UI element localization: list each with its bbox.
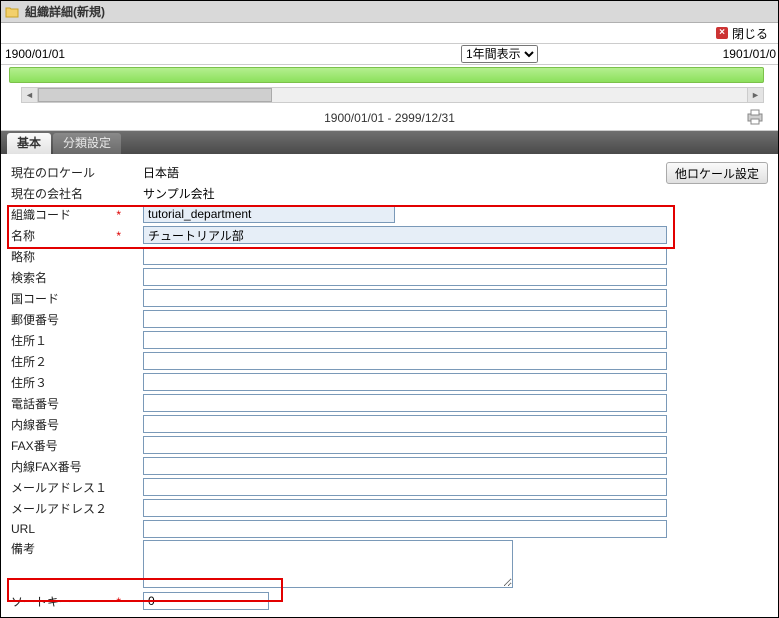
input-org-code[interactable] (143, 205, 395, 223)
label-memo: 備考 (11, 540, 127, 557)
label-phone: 電話番号 (11, 395, 127, 412)
close-button[interactable]: 閉じる (732, 25, 768, 42)
content-area: 他ロケール設定 現在のロケール 日本語 現在の会社名 サンプル会社 組織コード*… (1, 154, 778, 617)
close-row: × 閉じる (1, 23, 778, 43)
input-name[interactable] (143, 226, 667, 244)
label-current-locale: 現在のロケール (11, 164, 127, 181)
date-row: 1900/01/01 1年間表示 1901/01/0 (1, 43, 778, 65)
label-sort-key: ソートキー* (11, 593, 127, 610)
tab-category[interactable]: 分類設定 (53, 133, 121, 154)
label-email2: メールアドレス２ (11, 500, 127, 517)
scroll-right-icon[interactable]: ► (747, 88, 763, 102)
range-row: 1900/01/01 - 2999/12/31 (1, 105, 778, 131)
input-country-code[interactable] (143, 289, 667, 307)
input-ext[interactable] (143, 415, 667, 433)
scroll-left-icon[interactable]: ◄ (22, 88, 38, 102)
scroll-thumb[interactable] (38, 88, 272, 102)
close-icon[interactable]: × (716, 27, 728, 39)
value-current-company: サンプル会社 (127, 185, 215, 202)
label-current-company: 現在の会社名 (11, 185, 127, 202)
label-name: 名称* (11, 227, 127, 244)
input-fax[interactable] (143, 436, 667, 454)
folder-icon (5, 5, 19, 19)
input-url[interactable] (143, 520, 667, 538)
date-right: 1901/01/0 (723, 47, 776, 61)
input-ext-fax[interactable] (143, 457, 667, 475)
label-country-code: 国コード (11, 290, 127, 307)
timeline-area: ◄ ► (1, 65, 778, 105)
input-addr2[interactable] (143, 352, 667, 370)
timeline-bar[interactable] (9, 67, 764, 83)
label-search-name: 検索名 (11, 269, 127, 286)
label-addr2: 住所２ (11, 353, 127, 370)
timeline-scrollbar[interactable]: ◄ ► (21, 87, 764, 103)
label-ext: 内線番号 (11, 416, 127, 433)
scroll-track[interactable] (38, 88, 747, 102)
input-abbr[interactable] (143, 247, 667, 265)
date-range-text: 1900/01/01 - 2999/12/31 (324, 111, 455, 125)
label-ext-fax: 内線FAX番号 (11, 458, 127, 475)
tabs: 基本 分類設定 (1, 131, 778, 154)
title-bar: 組織詳細(新規) (1, 1, 778, 23)
input-sort-key[interactable] (143, 592, 269, 610)
label-addr3: 住所３ (11, 374, 127, 391)
range-select[interactable]: 1年間表示 (461, 45, 538, 63)
input-email2[interactable] (143, 499, 667, 517)
input-search-name[interactable] (143, 268, 667, 286)
label-fax: FAX番号 (11, 437, 127, 454)
input-phone[interactable] (143, 394, 667, 412)
label-org-code: 組織コード* (11, 206, 127, 223)
label-abbr: 略称 (11, 248, 127, 265)
input-addr1[interactable] (143, 331, 667, 349)
label-postal-code: 郵便番号 (11, 311, 127, 328)
other-locale-button[interactable]: 他ロケール設定 (666, 162, 768, 184)
label-addr1: 住所１ (11, 332, 127, 349)
input-addr3[interactable] (143, 373, 667, 391)
input-email1[interactable] (143, 478, 667, 496)
date-left: 1900/01/01 (5, 47, 65, 61)
label-email1: メールアドレス１ (11, 479, 127, 496)
window-title: 組織詳細(新規) (25, 3, 105, 20)
input-postal-code[interactable] (143, 310, 667, 328)
input-memo[interactable] (143, 540, 513, 588)
label-url: URL (11, 522, 127, 536)
tab-basic[interactable]: 基本 (7, 133, 51, 154)
value-current-locale: 日本語 (127, 164, 179, 181)
print-icon[interactable] (746, 109, 764, 125)
